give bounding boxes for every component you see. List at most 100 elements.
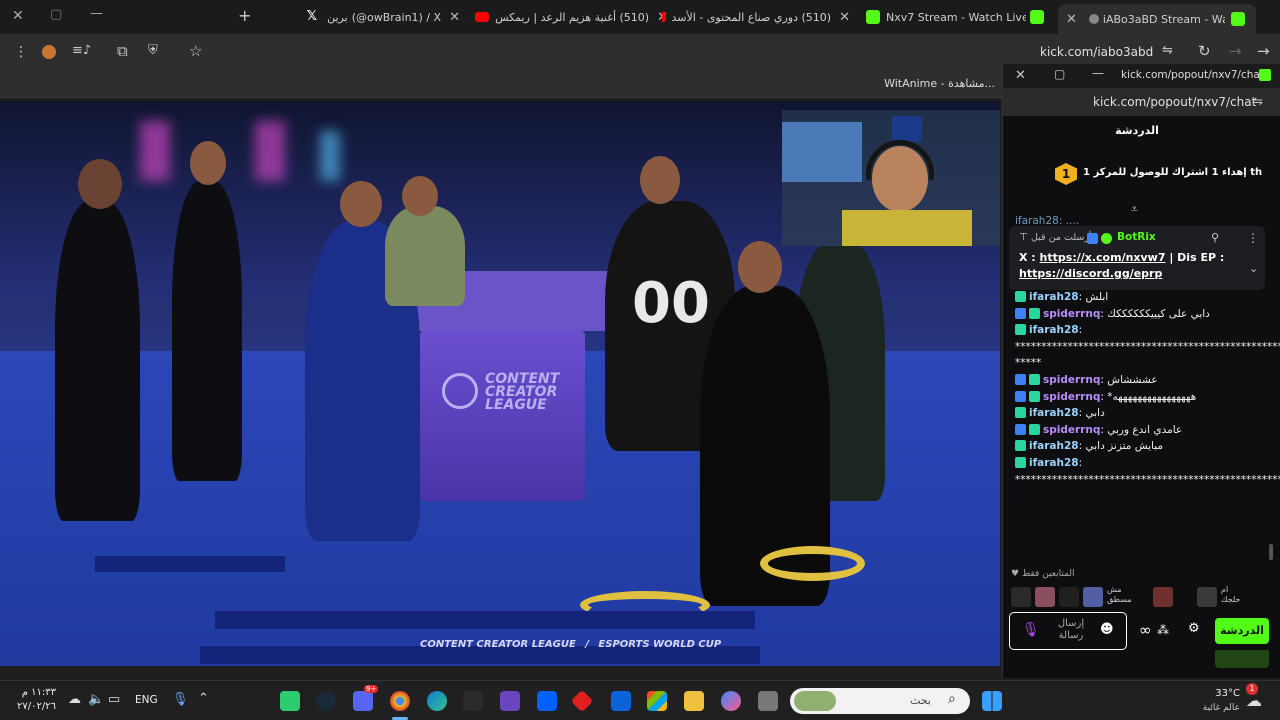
file-explorer-icon[interactable] bbox=[684, 691, 704, 711]
avatar[interactable] bbox=[1059, 587, 1079, 607]
mic-icon[interactable]: 🎙 bbox=[1022, 622, 1040, 638]
edge-icon[interactable] bbox=[427, 691, 447, 711]
discord-icon[interactable] bbox=[353, 691, 373, 711]
subscriber-badge-icon bbox=[1015, 291, 1026, 302]
dropbox-icon[interactable] bbox=[537, 691, 557, 711]
chat-username[interactable]: ifarah28 bbox=[1029, 440, 1079, 452]
new-tab-button[interactable]: + bbox=[238, 6, 251, 25]
address-bar[interactable]: kick.com/iabo3abd bbox=[1040, 45, 1153, 59]
window-maximize-icon[interactable]: ▢ bbox=[50, 7, 62, 22]
expand-chevron-icon[interactable]: ⌄ bbox=[1249, 262, 1258, 275]
epic-games-icon[interactable] bbox=[463, 691, 483, 711]
heart-icon: ♥ bbox=[1011, 569, 1020, 579]
popout-close-icon[interactable]: ✕ bbox=[1015, 68, 1026, 83]
supporters-avatars[interactable]: مش مسطق ام حلجك bbox=[1011, 585, 1273, 609]
subscriber-badge-icon bbox=[1029, 307, 1040, 319]
unpin-icon[interactable]: ⚲ bbox=[1211, 231, 1219, 244]
chat-send-button[interactable]: الدردشة bbox=[1215, 618, 1269, 644]
popout-address[interactable]: kick.com/popout/nxv7/chat bbox=[1093, 95, 1256, 109]
forward-icon[interactable]: → bbox=[1229, 42, 1242, 60]
avatar[interactable] bbox=[1153, 587, 1173, 607]
weather-widget[interactable]: 33°C عالم غائبة bbox=[1180, 687, 1240, 715]
bot-badge-icon bbox=[1101, 233, 1112, 244]
visual-studio-icon[interactable] bbox=[500, 691, 520, 711]
video-player[interactable]: CONTENT CREATOR LEAGUE 00 CONTENT CREATO… bbox=[0, 101, 1000, 666]
tab-kick-iabo3abd[interactable]: ✕ iABo3aBD Stream - Watch Live bbox=[1058, 4, 1256, 34]
window-close-icon[interactable]: ✕ bbox=[12, 8, 24, 24]
subscriber-badge-icon bbox=[1015, 407, 1026, 419]
pinned-link-discord[interactable]: https://discord.gg/eprp bbox=[1019, 267, 1162, 280]
steam-icon[interactable] bbox=[316, 691, 336, 711]
chat-username[interactable]: ifarah28 bbox=[1029, 291, 1079, 303]
chat-text: ****************************************… bbox=[1015, 340, 1280, 353]
chat-username[interactable]: ifarah28 bbox=[1029, 407, 1079, 419]
mic-tray-icon[interactable]: 🎙 bbox=[172, 692, 189, 707]
person-head bbox=[640, 156, 680, 204]
media-control-icon[interactable]: ≡♪ bbox=[72, 43, 91, 58]
bookmark-star-icon[interactable]: ☆ bbox=[189, 42, 202, 60]
popout-minimize-icon[interactable]: — bbox=[1092, 66, 1104, 80]
display-icon[interactable]: ▭ bbox=[108, 692, 120, 707]
chat-username[interactable]: spiderrnq bbox=[1043, 308, 1100, 320]
tab-youtube-song[interactable]: ✕ (510) أغنية هزيم الرعد | ريمكس bbox=[470, 4, 676, 30]
volume-icon[interactable]: 🔈 bbox=[88, 692, 104, 707]
points-icon[interactable]: ⁂ bbox=[1157, 623, 1169, 637]
extension-avatar-icon[interactable] bbox=[42, 45, 56, 59]
chrome-icon[interactable] bbox=[390, 691, 410, 711]
avatar[interactable] bbox=[1197, 587, 1217, 607]
emoji-icon[interactable]: ☻ bbox=[1100, 622, 1114, 637]
popout-title: kick.com/popout/nxv7/chat... bbox=[1121, 69, 1261, 81]
chat-username[interactable]: spiderrnq bbox=[1043, 391, 1100, 403]
chat-input-placeholder: إرسال رسالة bbox=[1057, 618, 1085, 641]
pinned-by-label: أرسلت من قبل bbox=[1031, 232, 1092, 243]
store-icon[interactable] bbox=[647, 691, 667, 711]
popout-maximize-icon[interactable]: ▢ bbox=[1054, 67, 1065, 81]
podium-logo-icon bbox=[442, 373, 478, 409]
site-settings-icon[interactable]: ⇋ bbox=[1253, 94, 1263, 108]
more-options-icon[interactable]: ⋮ bbox=[1247, 231, 1259, 245]
shield-icon[interactable]: ⛨ bbox=[148, 43, 158, 58]
app-gray-icon[interactable] bbox=[758, 691, 778, 711]
pinned-link-x[interactable]: https://x.com/nxvw7 bbox=[1040, 251, 1166, 264]
tab-title: (@owBrain1) / X bbox=[351, 10, 442, 24]
tab-close-icon[interactable]: ✕ bbox=[449, 10, 460, 25]
chat-username[interactable]: ifarah28 bbox=[1029, 457, 1079, 469]
settings-icon[interactable]: ⚙ bbox=[1188, 621, 1200, 636]
pinned-sender[interactable]: BotRix bbox=[1117, 231, 1156, 243]
bookmark-witanime[interactable]: WitAnime - مشاهدة... bbox=[880, 77, 995, 90]
taskbar-search[interactable]: بحث ⌕ bbox=[790, 688, 970, 714]
red-app-icon[interactable] bbox=[570, 689, 594, 713]
tab-close-icon[interactable]: ✕ bbox=[1066, 12, 1077, 27]
chat-username[interactable]: spiderrnq bbox=[1043, 374, 1100, 386]
chat-scrollbar[interactable] bbox=[1269, 544, 1273, 560]
chat-message: ifarah28: bbox=[1015, 323, 1270, 337]
tab-close-icon[interactable]: ✕ bbox=[839, 10, 850, 25]
clock[interactable]: ١١:٣٣ م ٢٧/٠٢/٢٦ bbox=[14, 686, 56, 714]
infinity-icon[interactable]: ∞ bbox=[1139, 621, 1152, 639]
tab-kick-nxv7[interactable]: Nxv7 Stream - Watch Live on Kick bbox=[860, 4, 1056, 30]
avatar[interactable] bbox=[1035, 587, 1055, 607]
wifi-icon[interactable]: ☁ bbox=[68, 692, 81, 707]
window-minimize-icon[interactable]: — bbox=[90, 6, 103, 21]
chat-username[interactable]: ifarah28 bbox=[1029, 324, 1079, 336]
avatar[interactable] bbox=[1083, 587, 1103, 607]
windows-start-icon[interactable] bbox=[982, 691, 1002, 711]
back-icon[interactable]: → bbox=[1257, 42, 1270, 60]
chat-username[interactable]: spiderrnq bbox=[1043, 424, 1100, 436]
subscriber-badge-icon bbox=[1029, 390, 1040, 402]
language-indicator[interactable]: ENG bbox=[135, 694, 158, 706]
app-green-icon[interactable] bbox=[280, 691, 300, 711]
menu-dots-icon[interactable]: ⋮ bbox=[14, 44, 28, 60]
tab-x-brain[interactable]: ✕ (@owBrain1) / X برين 𝕏 bbox=[262, 4, 468, 30]
avatar[interactable] bbox=[1011, 587, 1031, 607]
chat-input-box[interactable]: 🎙 إرسال رسالة ☻ bbox=[1009, 612, 1127, 650]
reload-icon[interactable]: ↻ bbox=[1198, 42, 1211, 60]
site-settings-icon[interactable]: ⇋ bbox=[1162, 43, 1173, 58]
copilot-icon[interactable] bbox=[721, 691, 741, 711]
tab-youtube-league[interactable]: ✕ (510) دوري صناع المحتوى - الأسد bbox=[662, 4, 858, 30]
person-head bbox=[402, 176, 438, 216]
tray-overflow-icon[interactable]: ⌃ bbox=[198, 691, 209, 706]
podium bbox=[420, 331, 585, 501]
outlook-icon[interactable] bbox=[611, 691, 631, 711]
extensions-icon[interactable]: ⧉ bbox=[117, 42, 128, 60]
